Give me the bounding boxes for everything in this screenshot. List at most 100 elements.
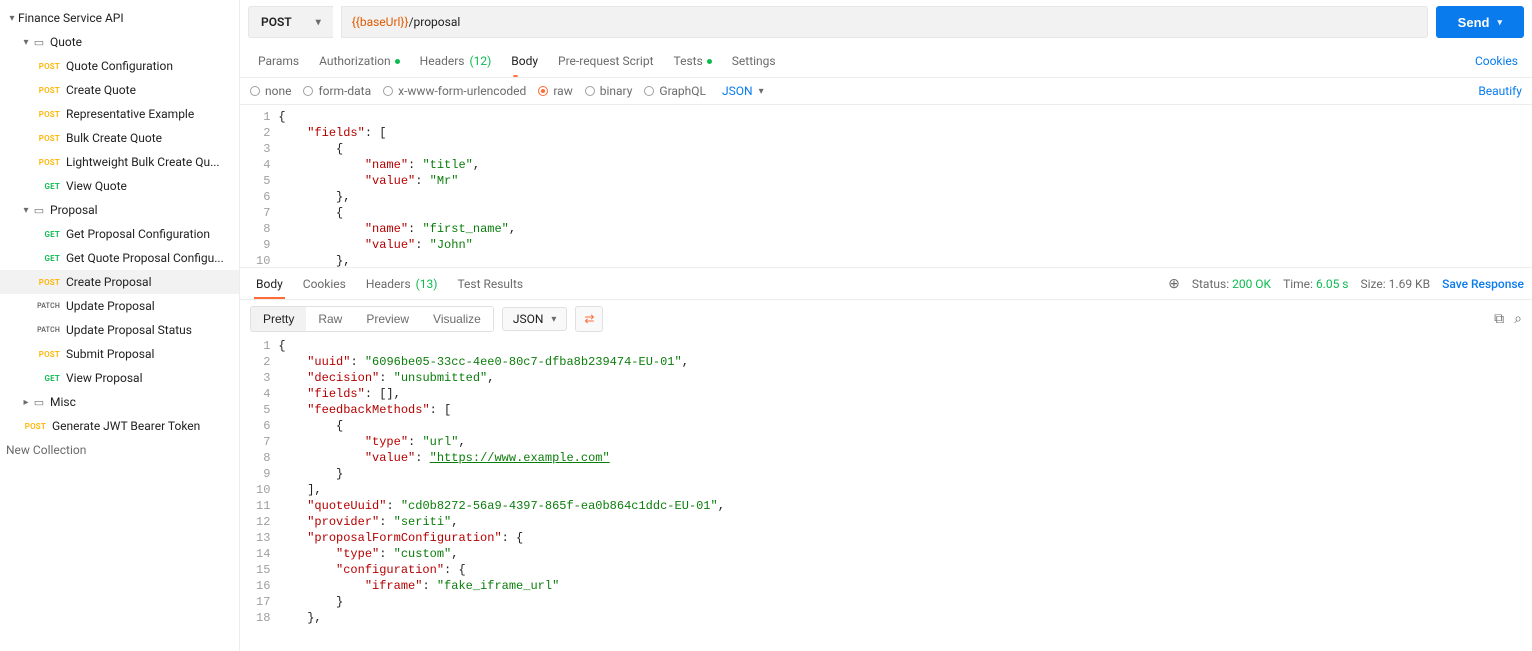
send-button[interactable]: Send ▾ [1436,6,1524,38]
folder-proposal[interactable]: ▾Proposal [0,198,239,222]
method-badge: PATCH [34,302,60,310]
request-tabs: Params Authorization Headers (12) Body P… [240,44,1532,78]
http-method-value: POST [261,15,292,29]
copy-icon[interactable]: ⧉ [1494,311,1504,327]
resp-tab-body[interactable]: Body [248,270,291,298]
body-type-urlencoded[interactable]: x-www-form-urlencoded [383,84,526,98]
line-gutter: 12345678910 [248,109,278,263]
raw-language-select[interactable]: JSON ▾ [722,84,764,98]
tab-params[interactable]: Params [248,46,309,76]
search-icon[interactable]: ⌕ [1514,311,1522,327]
request-body-editor[interactable]: 12345678910 { "fields": [ { "name": "tit… [240,105,1532,268]
wrap-lines-icon[interactable]: ⇄ [575,306,603,332]
request-item[interactable]: POSTQuote Configuration [0,54,239,78]
tab-headers[interactable]: Headers (12) [410,46,502,76]
request-url-input[interactable]: {{baseUrl}}/proposal [341,6,1428,38]
chevron-down-icon: ▾ [20,205,32,216]
main-panel: POST ▾ {{baseUrl}}/proposal Send ▾ Param… [240,0,1532,651]
chevron-down-icon: ▾ [20,37,32,48]
request-item[interactable]: POSTGenerate JWT Bearer Token [0,414,239,438]
send-button-label: Send [1458,15,1490,30]
new-collection[interactable]: New Collection [0,438,239,462]
line-gutter: 123456789101112131415161718 [248,338,278,647]
method-badge: POST [34,86,60,95]
request-item[interactable]: POSTSubmit Proposal [0,342,239,366]
status-value: 200 OK [1232,277,1271,291]
request-item[interactable]: GETGet Quote Proposal Configu... [0,246,239,270]
folder-icon [32,204,46,217]
view-preview[interactable]: Preview [354,307,421,331]
method-badge: POST [34,278,60,287]
request-item[interactable]: POSTRepresentative Example [0,102,239,126]
folder-misc[interactable]: ▸Misc [0,390,239,414]
view-raw[interactable]: Raw [306,307,354,331]
save-response-link[interactable]: Save Response [1442,277,1524,291]
time-label: Time: 6.05 s [1283,277,1348,291]
body-type-binary[interactable]: binary [585,84,633,98]
request-item[interactable]: POSTLightweight Bulk Create Qu... [0,150,239,174]
code-lines: { "fields": [ { "name": "title", "value"… [278,109,1524,263]
url-variable: {{baseUrl}} [352,15,409,29]
request-item[interactable]: POSTCreate Proposal [0,270,239,294]
chevron-down-icon: ▾ [6,13,18,24]
status-label: Status: 200 OK [1192,277,1271,291]
request-item[interactable]: PATCHUpdate Proposal Status [0,318,239,342]
body-type-form-data[interactable]: form-data [303,84,371,98]
view-visualize[interactable]: Visualize [421,307,493,331]
request-item[interactable]: GETGet Proposal Configuration [0,222,239,246]
method-badge: POST [34,62,60,71]
folder-icon [32,36,46,49]
tab-settings[interactable]: Settings [722,46,786,76]
response-language-select[interactable]: JSON ▾ [502,307,568,331]
tab-prerequest[interactable]: Pre-request Script [548,46,663,76]
method-badge: POST [20,422,46,431]
body-type-row: none form-data x-www-form-urlencoded raw… [240,78,1532,105]
method-badge: GET [34,254,60,263]
body-type-graphql[interactable]: GraphQL [644,84,706,98]
view-pretty[interactable]: Pretty [251,307,306,331]
method-badge: PATCH [34,326,60,334]
folder-icon [32,396,46,409]
time-value: 6.05 s [1316,277,1349,291]
tab-tests[interactable]: Tests [664,46,722,76]
url-path: /proposal [409,15,461,29]
resp-tab-test-results[interactable]: Test Results [449,270,531,298]
response-toolbar: Pretty Raw Preview Visualize JSON ▾ ⇄ ⧉ … [240,300,1532,338]
collection-root[interactable]: ▾ Finance Service API [0,6,239,30]
tab-body[interactable]: Body [501,46,548,76]
request-item[interactable]: PATCHUpdate Proposal [0,294,239,318]
code-lines: { "uuid": "6096be05-33cc-4ee0-80c7-dfba8… [278,338,1524,647]
method-badge: POST [34,110,60,119]
request-item[interactable]: GETView Quote [0,174,239,198]
tab-authorization[interactable]: Authorization [309,46,410,76]
method-badge: POST [34,350,60,359]
resp-tab-headers[interactable]: Headers (13) [358,270,446,298]
globe-icon[interactable]: ⊕ [1168,276,1180,292]
folder-quote[interactable]: ▾Quote [0,30,239,54]
request-item[interactable]: POSTCreate Quote [0,78,239,102]
chevron-down-icon: ▾ [316,17,321,28]
method-badge: GET [34,374,60,383]
new-collection-label: New Collection [6,443,86,457]
resp-tab-cookies[interactable]: Cookies [295,270,354,298]
response-body-viewer[interactable]: 123456789101112131415161718 { "uuid": "6… [240,338,1532,651]
beautify-link[interactable]: Beautify [1478,84,1522,98]
http-method-select[interactable]: POST ▾ [248,6,333,38]
body-type-raw[interactable]: raw [538,84,572,98]
cookies-link[interactable]: Cookies [1475,54,1518,68]
request-item[interactable]: POSTBulk Create Quote [0,126,239,150]
method-badge: GET [34,230,60,239]
request-item[interactable]: GETView Proposal [0,366,239,390]
chevron-down-icon: ▾ [551,314,556,325]
collection-root-label: Finance Service API [18,11,124,25]
collections-sidebar: ▾ Finance Service API ▾QuotePOSTQuote Co… [0,0,240,651]
method-badge: GET [34,182,60,191]
method-badge: POST [34,158,60,167]
chevron-right-icon: ▸ [20,397,32,408]
view-mode-segment: Pretty Raw Preview Visualize [250,306,494,332]
size-value: 1.69 KB [1389,277,1430,291]
method-badge: POST [34,134,60,143]
response-tabs: Body Cookies Headers (13) Test Results ⊕… [240,268,1532,300]
chevron-down-icon: ▾ [759,86,764,97]
body-type-none[interactable]: none [250,84,291,98]
